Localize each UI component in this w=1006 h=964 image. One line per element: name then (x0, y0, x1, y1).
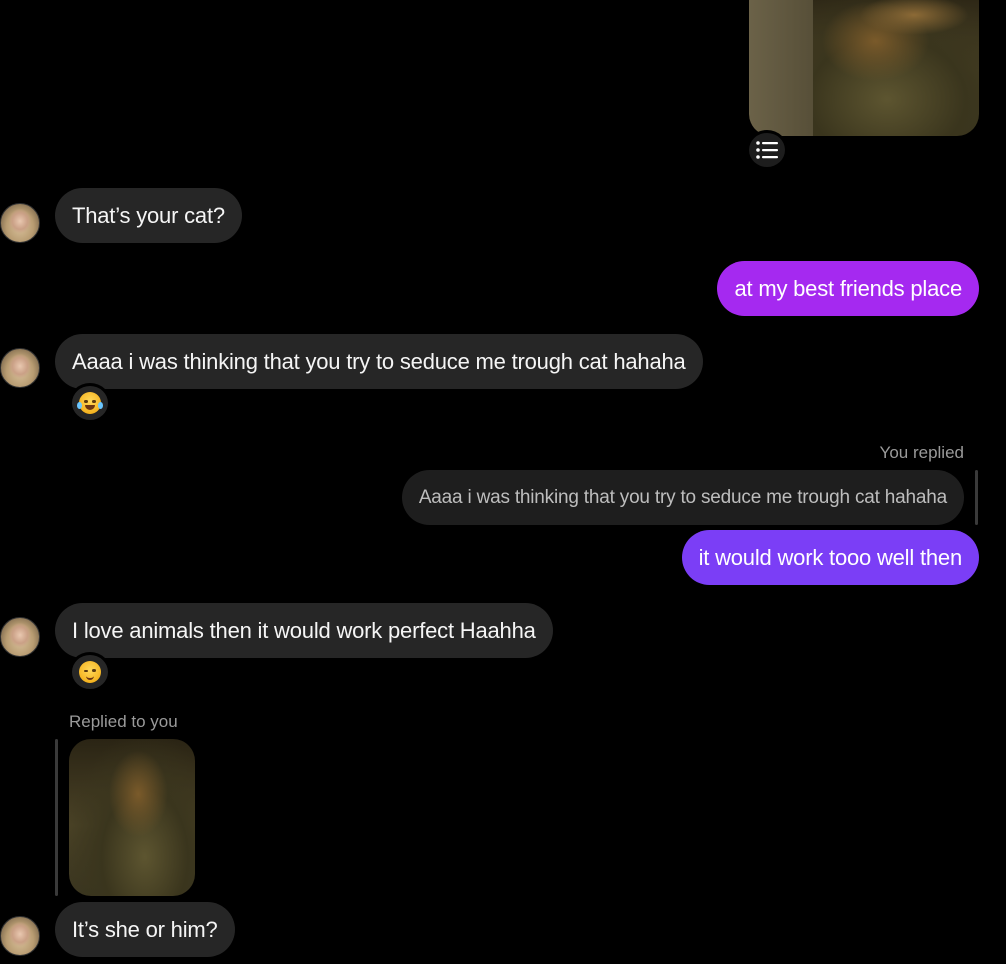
photo-menu-button[interactable] (746, 130, 788, 170)
contact-avatar[interactable] (0, 916, 40, 956)
outgoing-message[interactable]: at my best friends place (717, 261, 979, 316)
reply-indicator-line (975, 470, 978, 525)
message-reaction[interactable] (69, 383, 111, 423)
reply-label: Replied to you (69, 712, 178, 731)
incoming-message[interactable]: It’s she or him? (55, 902, 235, 957)
incoming-message[interactable]: Aaaa i was thinking that you try to sedu… (55, 334, 703, 389)
contact-avatar[interactable] (0, 203, 40, 243)
incoming-message[interactable]: I love animals then it would work perfec… (55, 603, 553, 658)
reply-label: You replied (879, 443, 964, 462)
list-icon (756, 141, 778, 159)
chat-screen: That’s your cat? at my best friends plac… (0, 0, 1006, 964)
message-reaction[interactable] (69, 652, 111, 692)
shared-cat-photo[interactable] (749, 0, 979, 136)
tears-of-joy-emoji-icon (77, 392, 103, 414)
winking-face-emoji-icon (79, 661, 101, 683)
replied-cat-photo[interactable] (69, 739, 195, 896)
incoming-message[interactable]: That’s your cat? (55, 188, 242, 243)
quoted-message[interactable]: Aaaa i was thinking that you try to sedu… (401, 470, 964, 525)
contact-avatar[interactable] (0, 348, 40, 388)
outgoing-message[interactable]: it would work tooo well then (681, 530, 979, 585)
reply-indicator-line (55, 739, 58, 896)
contact-avatar[interactable] (0, 617, 40, 657)
